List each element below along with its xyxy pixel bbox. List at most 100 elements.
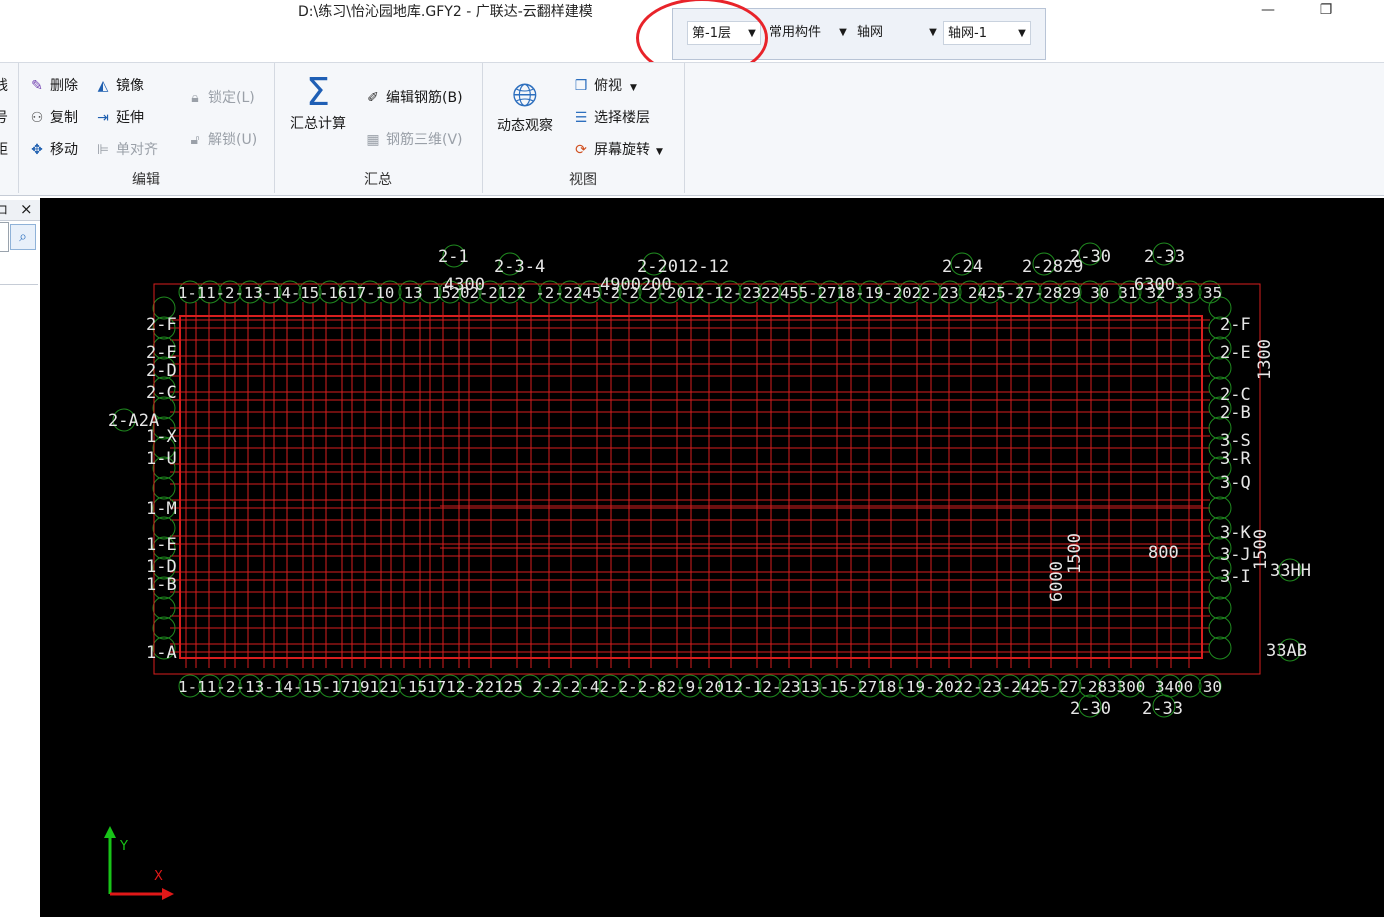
axis-label-top-4: 2-24 — [942, 257, 983, 277]
axis-label-left-9: 1-E — [146, 535, 177, 555]
rebar-3d-button[interactable]: ▦ 钢筋三维(V) — [364, 129, 463, 149]
chevron-down-icon: ▼ — [929, 27, 937, 38]
align-label: 单对齐 — [116, 142, 158, 158]
screen-rotate-button[interactable]: ⟳ 屏幕旋转 ▼ — [572, 139, 663, 159]
axis-label-left-8: 1-M — [146, 499, 177, 519]
dynamic-observe-label: 动态观察 — [497, 118, 553, 134]
axis-label-left-3: 2-D — [146, 361, 177, 381]
y-axis-label: Y — [119, 839, 128, 854]
axis-label-right-outer-1: 33HH — [1270, 561, 1311, 581]
axis-label-right-10: 3-I — [1220, 567, 1251, 587]
axis-label-left-7: 1-U — [146, 449, 177, 469]
axis-label-left-11: 1-B — [146, 575, 177, 595]
axis-bubbles — [112, 242, 1302, 718]
ucs-axis-indicator: Y X — [104, 826, 174, 900]
bottom-axis-row: 1-11-2-13-14-15-1719121-151712-22125 2-2… — [178, 678, 1222, 696]
axis-label-top-3: 2-2012-12 — [637, 257, 729, 277]
type-combo[interactable]: 轴网 ▼ — [853, 21, 941, 45]
dim-label-right-2: 1500 — [1251, 529, 1271, 570]
axis-bubble-left — [152, 476, 176, 500]
mirror-label: 镜像 — [116, 78, 144, 94]
y-arrowhead-icon — [104, 826, 116, 838]
axis-label-top-7: 2-33 — [1144, 247, 1185, 267]
axis-label-bottom-2: 2-33 — [1142, 699, 1183, 719]
unlock-icon: 🔓︎ — [190, 132, 200, 148]
align-icon: ⊫ — [96, 142, 110, 158]
axis-bubble-right — [1208, 496, 1232, 520]
edit-rebar-button[interactable]: ✐ 编辑钢筋(B) — [364, 87, 463, 107]
close-panel-button[interactable]: × — [20, 200, 33, 218]
extend-button[interactable]: ⇥ 延伸 — [94, 107, 144, 127]
axis-bubble-right — [1208, 616, 1232, 640]
copy-label: 复制 — [50, 110, 78, 126]
cube-icon: ❒ — [574, 78, 588, 94]
extend-icon: ⇥ — [97, 110, 109, 126]
orbit-icon: 🌐︎ — [512, 76, 538, 114]
panel-header: ロ × — [0, 200, 40, 221]
top-view-button[interactable]: ❒ 俯视 ▼ — [572, 75, 637, 95]
axis-label-right-9: 3-J — [1220, 545, 1251, 565]
unlock-label: 解锁(U) — [208, 132, 258, 148]
summary-calc-button[interactable]: Σ 汇总计算 — [288, 71, 348, 133]
align-button[interactable]: ⊫ 单对齐 — [94, 139, 158, 159]
axis-label-top-2: 2-3-4 — [494, 257, 545, 277]
view-group-label: 视图 — [569, 172, 597, 188]
axis-bubble-right — [1208, 596, 1232, 620]
summary-group-label: 汇总 — [364, 172, 392, 188]
delete-button[interactable]: ✎ 删除 — [28, 75, 78, 95]
dim-label-right-1: 1300 — [1255, 339, 1275, 380]
search-icon[interactable]: ⌕ — [10, 224, 36, 250]
dim-label-inner-2: 6000 — [1047, 561, 1067, 602]
axis-label-left-10: 1-D — [146, 557, 177, 577]
pin-icon[interactable]: ロ — [0, 201, 8, 218]
ribbon-group-partial: 线 号 距 — [0, 63, 19, 193]
ribbon-toolbar: 线 号 距 ✎ 删除 ◭ 镜像 ⚇ 复制 ⇥ 延伸 ✥ 移动 ⊫ 单对齐 🔒︎ 锁定(L) 🔓… — [0, 62, 1384, 196]
panel-search-input[interactable] — [0, 222, 9, 252]
restore-button[interactable]: ❐ — [1308, 2, 1344, 22]
top-axis-row: 1-11-2-13-14-15-1617-10 13 15202-2122 -2… — [178, 284, 1222, 302]
axis-grid-drawing: 2-1 2-3-4 2-2012-12 2-24 2-2829 2-30 2-3… — [104, 242, 1311, 900]
axis-label-left-2: 2-E — [146, 343, 177, 363]
axis-label-right-7: 3-Q — [1220, 473, 1251, 493]
axis-label-bottom-1: 2-30 — [1070, 699, 1111, 719]
pencil-icon: ✐ — [367, 90, 379, 106]
left-dock-panel: ロ × ⌕ — [0, 198, 41, 917]
category-combo[interactable]: 常用构件 ▼ — [765, 21, 851, 45]
item-combo[interactable]: 轴网-1 ▼ — [943, 21, 1031, 45]
partial-button-3[interactable]: 距 — [0, 139, 8, 159]
drawing-canvas[interactable]: 2-1 2-3-4 2-2012-12 2-24 2-2829 2-30 2-3… — [40, 198, 1384, 917]
axis-label-right-1: 2-F — [1220, 315, 1251, 335]
extend-label: 延伸 — [116, 110, 144, 126]
x-arrowhead-icon — [162, 888, 174, 900]
mirror-button[interactable]: ◭ 镜像 — [94, 75, 144, 95]
axis-label-right-4: 2-B — [1220, 403, 1251, 423]
copy-button[interactable]: ⚇ 复制 — [28, 107, 78, 127]
type-combo-value: 轴网 — [857, 25, 884, 40]
partial-button-2[interactable]: 号 — [0, 107, 8, 127]
edit-rebar-label: 编辑钢筋(B) — [386, 90, 463, 106]
move-button[interactable]: ✥ 移动 — [28, 139, 78, 159]
axis-label-right-3: 2-C — [1220, 385, 1251, 405]
move-icon: ✥ — [31, 142, 43, 158]
axis-label-top-1: 2-1 — [438, 247, 469, 267]
select-floor-button[interactable]: ☰ 选择楼层 — [572, 107, 650, 127]
axis-label-left-4: 2-C — [146, 383, 177, 403]
mirror-icon: ◭ — [97, 78, 109, 94]
axis-label-right-outer-2: 33AB — [1266, 641, 1307, 661]
axis-bubble-right — [1208, 636, 1232, 660]
ribbon-group-edit: ✎ 删除 ◭ 镜像 ⚇ 复制 ⇥ 延伸 ✥ 移动 ⊫ 单对齐 🔒︎ 锁定(L) 🔓︎ 解锁(U)… — [18, 63, 275, 193]
rebar-3d-icon: ▦ — [366, 132, 380, 148]
x-axis-label: X — [154, 869, 163, 884]
rebar-3d-label: 钢筋三维(V) — [386, 132, 463, 148]
axis-label-right-5: 3-S — [1220, 431, 1251, 451]
top-view-label: 俯视 — [594, 78, 622, 94]
copy-icon: ⚇ — [30, 110, 44, 126]
panel-divider — [0, 284, 38, 285]
minimize-button[interactable]: — — [1250, 2, 1286, 22]
unlock-button[interactable]: 🔓︎ 解锁(U) — [186, 129, 257, 149]
partial-button-1[interactable]: 线 — [0, 75, 8, 95]
axis-label-left-12: 1-A — [146, 643, 177, 663]
lock-button[interactable]: 🔒︎ 锁定(L) — [186, 87, 254, 107]
chevron-down-icon: ▼ — [839, 27, 847, 38]
dynamic-observe-button[interactable]: 🌐︎ 动态观察 — [490, 75, 560, 135]
